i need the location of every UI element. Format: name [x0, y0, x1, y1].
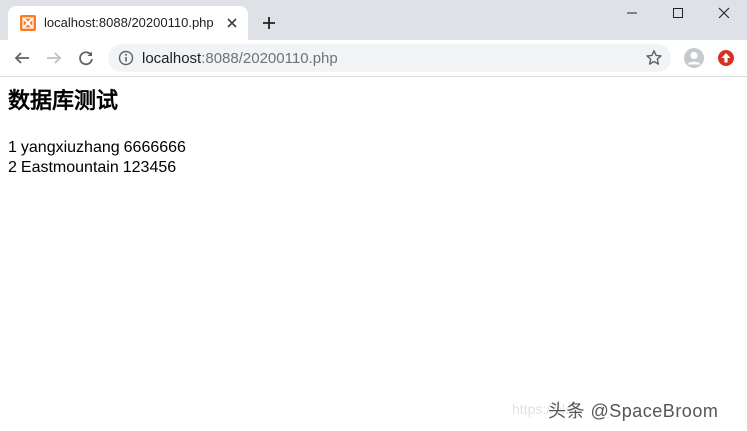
account-icon[interactable]: [683, 47, 705, 69]
minimize-icon[interactable]: [609, 0, 655, 26]
upload-icon[interactable]: [716, 48, 736, 68]
maximize-icon[interactable]: [655, 0, 701, 26]
arrow-left-icon[interactable]: [10, 46, 34, 70]
record-row: 2 Eastmountain 123456: [8, 158, 186, 178]
address-bar[interactable]: localhost:8088/20200110.php: [108, 44, 671, 72]
record-id: 2: [8, 159, 17, 176]
xampp-icon: [20, 15, 36, 31]
record-password: 123456: [122, 159, 177, 176]
page-title: 数据库测试: [8, 88, 119, 113]
url-path: :8088/20200110.php: [201, 50, 338, 67]
browser-tab[interactable]: localhost:8088/20200110.php: [8, 6, 248, 40]
plus-icon[interactable]: [258, 12, 280, 34]
tab-title: localhost:8088/20200110.php: [44, 15, 214, 30]
url-host: localhost: [142, 50, 202, 67]
arrow-right-icon[interactable]: [42, 46, 66, 70]
record-row: 1 yangxiuzhang 6666666: [8, 138, 186, 158]
star-icon[interactable]: [645, 49, 663, 67]
page-content: 数据库测试 1 yangxiuzhang 6666666 2 Eastmountain…: [0, 77, 747, 431]
record-name: yangxiuzhang: [20, 139, 120, 156]
window-close-icon[interactable]: [701, 0, 747, 26]
browser-toolbar: localhost:8088/20200110.php: [0, 40, 747, 77]
record-id: 1: [8, 139, 17, 156]
record-list: 1 yangxiuzhang 6666666 2 Eastmountain 123456: [8, 138, 186, 178]
reload-icon[interactable]: [74, 46, 98, 70]
url-text[interactable]: localhost:8088/20200110.php: [142, 50, 338, 67]
record-password: 6666666: [123, 139, 186, 156]
watermark: 头条 @SpaceBroom: [548, 401, 719, 421]
close-icon[interactable]: [222, 13, 242, 33]
tab-strip: localhost:8088/20200110.php: [0, 0, 747, 40]
record-name: Eastmountain: [20, 159, 119, 176]
info-icon[interactable]: [118, 50, 134, 66]
